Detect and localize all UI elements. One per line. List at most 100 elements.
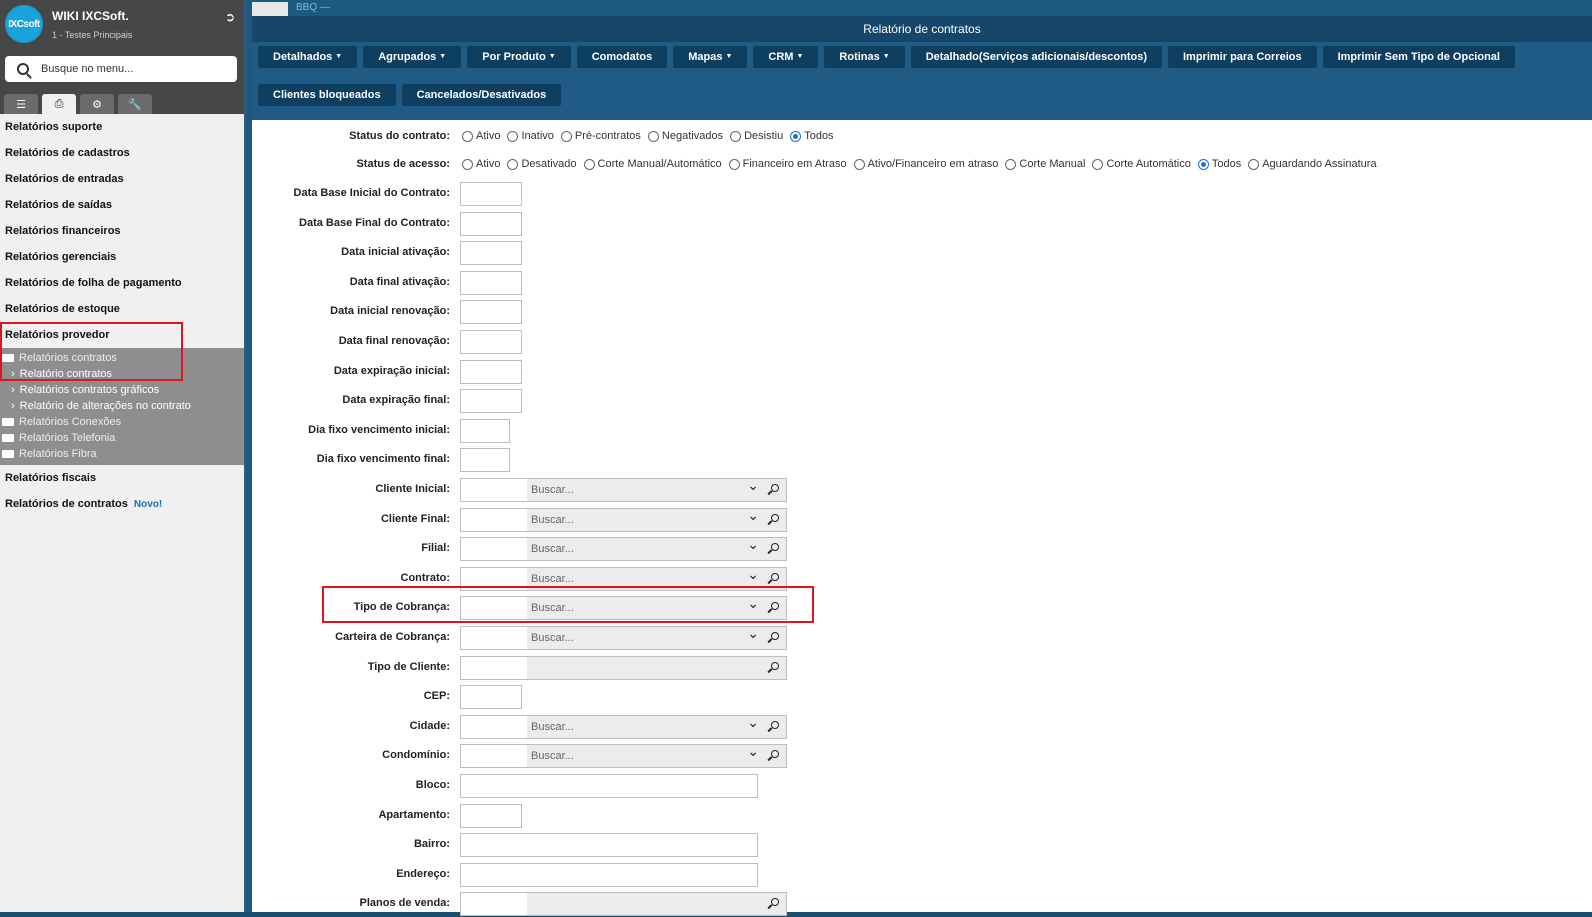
radio-option[interactable]: Ativo xyxy=(462,158,500,170)
field-input[interactable] xyxy=(460,241,522,266)
chevron-down-icon[interactable]: ⌄ xyxy=(747,714,759,731)
radio-option[interactable]: Ativo xyxy=(462,130,500,142)
chevron-down-icon[interactable]: ⌄ xyxy=(747,625,759,642)
logout-icon[interactable]: ➲ xyxy=(225,11,239,23)
toolbar-button[interactable]: Detalhados ▼ xyxy=(258,46,358,68)
sidebar-menu-item[interactable]: Relatórios suporte xyxy=(0,114,244,140)
field-input[interactable] xyxy=(460,448,510,473)
field-input[interactable] xyxy=(460,211,522,236)
radio-option[interactable]: Financeiro em Atraso xyxy=(728,158,847,170)
radio-option[interactable]: Desativado xyxy=(507,158,577,170)
submenu-item[interactable]: › Relatórios contratos gráficos xyxy=(0,382,244,398)
field-combobox[interactable] xyxy=(460,655,787,680)
chevron-down-icon[interactable]: ⌄ xyxy=(747,477,759,494)
toolbar-button[interactable]: Detalhado(Serviços adicionais/descontos) xyxy=(910,46,1162,68)
search-icon[interactable] xyxy=(764,627,786,649)
toolbar-button[interactable]: Imprimir para Correios xyxy=(1168,46,1317,68)
field-input[interactable] xyxy=(460,300,522,325)
chevron-down-icon[interactable]: ⌄ xyxy=(747,507,759,524)
menu-search-input[interactable]: Busque no menu... xyxy=(5,56,237,82)
radio-option[interactable]: Corte Manual xyxy=(1005,158,1085,170)
combo-code-input[interactable] xyxy=(461,508,527,531)
combo-select[interactable]: Buscar... xyxy=(527,745,766,768)
submenu-folder[interactable]: Relatórios Telefonia xyxy=(0,430,244,446)
field-input[interactable] xyxy=(460,330,522,354)
combo-code-input[interactable] xyxy=(461,715,527,738)
combo-code-input[interactable] xyxy=(461,627,527,649)
chevron-down-icon[interactable]: ⌄ xyxy=(747,743,759,760)
field-input[interactable] xyxy=(460,803,522,828)
field-input[interactable] xyxy=(460,182,522,206)
field-input[interactable] xyxy=(460,418,510,443)
field-combobox[interactable]: Buscar... ⌄ xyxy=(460,477,787,502)
toolbar-button[interactable]: Cancelados/Desativados xyxy=(401,84,562,106)
radio-option[interactable]: Desistiu xyxy=(730,130,783,142)
combo-select[interactable]: Buscar... xyxy=(527,627,766,649)
radio-option[interactable]: Aguardando Assinatura xyxy=(1248,158,1377,170)
chevron-down-icon[interactable]: ⌄ xyxy=(747,566,759,583)
toolbar-button[interactable]: Agrupados ▼ xyxy=(363,46,462,68)
sidebar-menu-item[interactable]: Relatórios de entradas xyxy=(0,166,244,192)
field-combobox[interactable]: Buscar... ⌄ xyxy=(460,714,787,739)
search-icon[interactable] xyxy=(764,893,786,916)
submenu-folder[interactable]: Relatórios Fibra xyxy=(0,446,244,462)
radio-option[interactable]: Ativo/Financeiro em atraso xyxy=(853,158,998,170)
search-icon[interactable] xyxy=(764,479,786,501)
combo-code-input[interactable] xyxy=(461,538,527,561)
radio-option[interactable]: Corte Manual/Automático xyxy=(583,158,722,170)
sidebar-menu-item[interactable]: Relatórios de estoque xyxy=(0,296,244,322)
radio-option[interactable]: Todos xyxy=(1197,158,1241,170)
sidebar-menu-item[interactable]: Relatórios de contratos Novo! xyxy=(0,491,244,517)
sidebar-menu-item[interactable]: Relatórios de saídas xyxy=(0,192,244,218)
field-combobox[interactable]: Buscar... ⌄ xyxy=(460,536,787,562)
sidebar-menu-item[interactable]: Relatórios de cadastros xyxy=(0,140,244,166)
field-input[interactable] xyxy=(460,270,522,295)
radio-option[interactable]: Inativo xyxy=(507,130,554,142)
radio-option[interactable]: Corte Automático xyxy=(1092,158,1191,170)
toolbar-button[interactable]: Imprimir Sem Tipo de Opcional xyxy=(1322,46,1515,68)
combo-select[interactable]: Buscar... xyxy=(527,715,766,738)
field-input[interactable] xyxy=(460,685,522,710)
combo-select[interactable]: Buscar... xyxy=(527,508,766,531)
chevron-down-icon[interactable]: ⌄ xyxy=(747,536,759,553)
toolbar-button[interactable]: Por Produto ▼ xyxy=(467,46,571,68)
search-icon[interactable] xyxy=(764,715,786,738)
print-icon[interactable]: ⎙ xyxy=(42,94,76,114)
wrench-icon[interactable]: 🔧 xyxy=(118,94,152,114)
field-combobox[interactable] xyxy=(460,892,787,917)
sidebar-menu-item[interactable]: Relatórios fiscais xyxy=(0,465,244,491)
gears-icon[interactable]: ⚙ xyxy=(80,94,114,114)
combo-select[interactable]: Buscar... xyxy=(527,538,766,561)
sidebar-menu-item[interactable]: Relatórios de folha de pagamento xyxy=(0,270,244,296)
field-input[interactable] xyxy=(460,862,758,887)
toolbar-button[interactable]: CRM ▼ xyxy=(753,46,819,68)
field-combobox[interactable]: Buscar... ⌄ xyxy=(460,743,787,769)
field-input[interactable] xyxy=(460,833,758,858)
combo-code-input[interactable] xyxy=(461,893,527,916)
radio-option[interactable]: Todos xyxy=(790,130,834,142)
field-input[interactable] xyxy=(460,359,522,384)
toolbar-button[interactable]: Clientes bloqueados xyxy=(258,84,396,106)
search-icon[interactable] xyxy=(764,745,786,768)
submenu-folder[interactable]: Relatórios Conexões xyxy=(0,414,244,430)
field-combobox[interactable]: Buscar... ⌄ xyxy=(460,507,787,532)
combo-code-input[interactable] xyxy=(461,745,527,768)
sidebar-menu-item[interactable]: Relatórios gerenciais xyxy=(0,244,244,270)
list-icon[interactable]: ☰ xyxy=(4,94,38,114)
field-input[interactable] xyxy=(460,774,758,798)
combo-code-input[interactable] xyxy=(461,479,527,501)
sidebar-menu-item[interactable]: Relatórios financeiros xyxy=(0,218,244,244)
search-icon[interactable] xyxy=(764,656,786,679)
field-combobox[interactable]: Buscar... ⌄ xyxy=(460,625,787,650)
combo-select[interactable] xyxy=(527,656,766,679)
radio-option[interactable]: Pré-contratos xyxy=(560,130,641,142)
radio-option[interactable]: Negativados xyxy=(647,130,723,142)
search-icon[interactable] xyxy=(764,538,786,561)
toolbar-button[interactable]: Comodatos xyxy=(576,46,668,68)
combo-select[interactable]: Buscar... xyxy=(527,479,766,501)
combo-code-input[interactable] xyxy=(461,656,527,679)
field-input[interactable] xyxy=(460,389,522,414)
combo-select[interactable] xyxy=(527,893,766,916)
search-icon[interactable] xyxy=(764,508,786,531)
window-tab[interactable] xyxy=(252,2,288,16)
